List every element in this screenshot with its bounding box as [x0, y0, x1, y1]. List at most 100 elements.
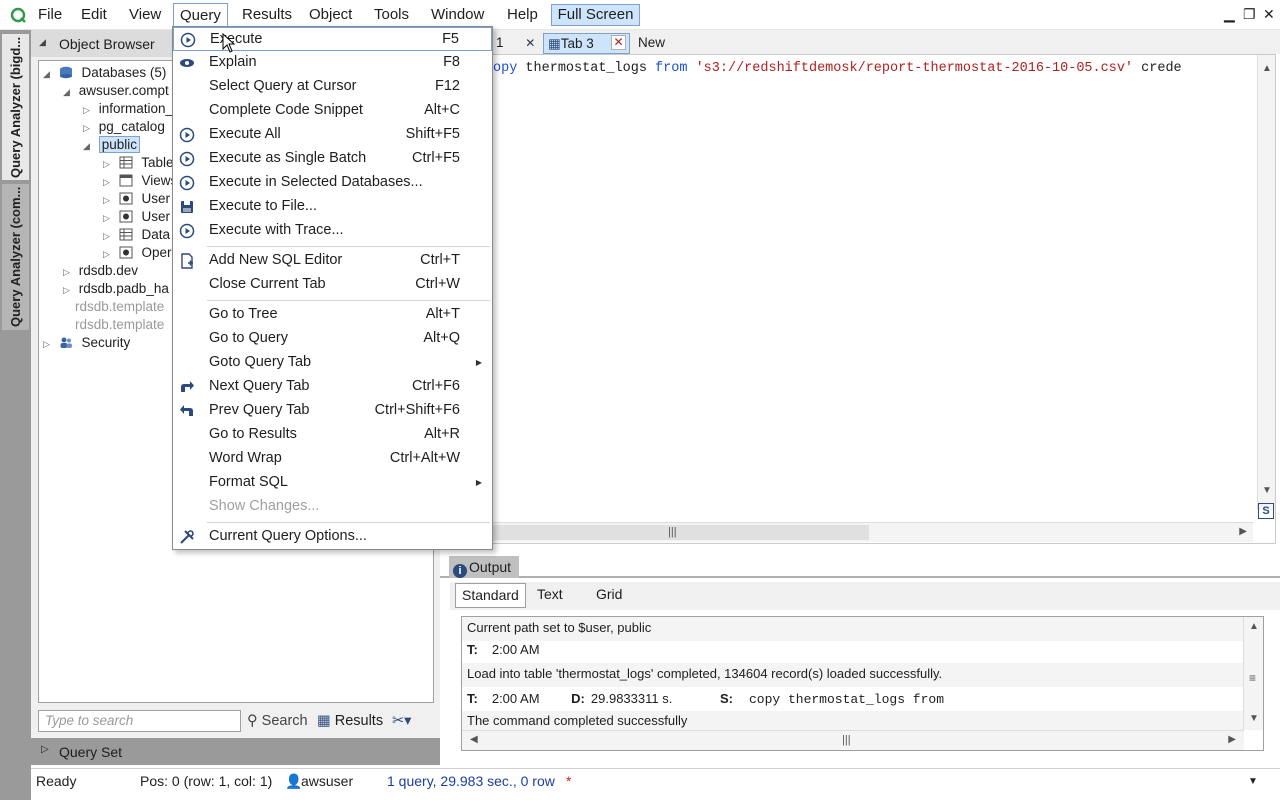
menu-help[interactable]: Help: [501, 3, 544, 27]
collapsed-icon[interactable]: ▷: [83, 119, 95, 137]
rail-tab-query-analyzer-2[interactable]: Query Analyzer (com...: [2, 184, 29, 330]
tree-item-rdsdb-dev[interactable]: ▷ rdsdb.dev: [63, 262, 138, 280]
editor-vertical-scrollbar[interactable]: ▲ ▼: [1257, 55, 1275, 510]
menu-object[interactable]: Object: [303, 3, 358, 27]
tree-item-rdsdb-template-0[interactable]: rdsdb.template: [75, 298, 164, 316]
collapsed-icon[interactable]: ▷: [103, 209, 115, 227]
menu-edit[interactable]: Edit: [75, 3, 113, 27]
menu-item-execute-single-batch[interactable]: Execute as Single Batch Ctrl+F5: [173, 147, 492, 171]
editor-horizontal-scrollbar[interactable]: ||| ▶: [493, 522, 1253, 542]
tree-item-awsuser[interactable]: ◢ awsuser.compt: [63, 82, 169, 100]
scroll-up-icon[interactable]: ▲: [1262, 63, 1272, 74]
tab-1[interactable]: 1 ✕: [492, 33, 539, 54]
menu-view[interactable]: View: [123, 3, 167, 27]
rail-tab-query-analyzer-1[interactable]: Query Analyzer (bigd...: [2, 34, 29, 180]
execute-icon: [179, 127, 195, 143]
tree-item-rdsdb-template-1[interactable]: rdsdb.template: [75, 316, 164, 334]
scroll-left-icon[interactable]: ◀: [470, 734, 478, 745]
output-tab[interactable]: i Output: [449, 556, 519, 578]
query-summary[interactable]: 1 query, 29.983 sec., 0 row: [387, 773, 555, 789]
full-screen-button[interactable]: Full Screen: [551, 4, 640, 26]
tree-item-tables[interactable]: ▷ Table: [103, 154, 174, 172]
collapsed-icon[interactable]: ▷: [63, 281, 75, 299]
menu-item-execute[interactable]: Execute F5: [173, 27, 492, 51]
menu-item-complete-code-snippet[interactable]: Complete Code Snippet Alt+C: [173, 99, 492, 123]
menu-item-next-query-tab[interactable]: Next Query Tab Ctrl+F6: [173, 375, 492, 399]
menu-item-explain[interactable]: Explain F8: [173, 51, 492, 75]
collapsed-icon[interactable]: ▷: [103, 245, 115, 263]
output-row: Current path set to $user, public: [462, 617, 1244, 641]
query-set-bar[interactable]: ▷ Query Set: [31, 738, 440, 765]
menu-tools[interactable]: Tools: [368, 3, 415, 27]
menu-item-select-query-at-cursor[interactable]: Select Query at Cursor F12: [173, 75, 492, 99]
collapsed-icon[interactable]: ▷: [103, 155, 115, 173]
menu-item-prev-query-tab[interactable]: Prev Query Tab Ctrl+Shift+F6: [173, 399, 492, 423]
close-tab-icon[interactable]: ✕: [611, 35, 626, 50]
scroll-right-icon[interactable]: ▶: [1228, 734, 1236, 745]
search-input[interactable]: Type to search: [38, 710, 241, 732]
sql-format-icon[interactable]: S: [1258, 503, 1274, 519]
menu-item-goto-query-tab[interactable]: Goto Query Tab ▶: [173, 351, 492, 375]
menu-item-go-to-query[interactable]: Go to Query Alt+Q: [173, 327, 492, 351]
tools-dropdown-icon[interactable]: ✂▾: [392, 713, 411, 729]
restore-icon[interactable]: ❐: [1243, 5, 1256, 23]
menu-item-current-query-options[interactable]: Current Query Options...: [173, 525, 492, 549]
menu-item-execute-all[interactable]: Execute All Shift+F5: [173, 123, 492, 147]
tab-tab-3[interactable]: ▦Tab 3 ✕: [543, 33, 630, 54]
menu-window[interactable]: Window: [425, 3, 490, 27]
menu-item-close-current-tab[interactable]: Close Current Tab Ctrl+W: [173, 273, 492, 297]
menu-item-add-new-sql-editor[interactable]: Add New SQL Editor Ctrl+T: [173, 249, 492, 273]
tree-item-rdsdb-padb[interactable]: ▷ rdsdb.padb_ha: [63, 280, 169, 298]
results-button[interactable]: ▦ Results: [317, 713, 383, 729]
search-button[interactable]: ⚲ Search: [247, 713, 308, 729]
menu-item-execute-selected-databases[interactable]: Execute in Selected Databases...: [173, 171, 492, 195]
output-vertical-scrollbar[interactable]: ▲ ≡ ▼: [1243, 617, 1263, 730]
collapsed-icon[interactable]: ▷: [103, 173, 115, 191]
expanded-icon[interactable]: ◢: [83, 137, 95, 155]
menu-item-execute-with-trace[interactable]: Execute with Trace...: [173, 219, 492, 243]
collapsed-icon[interactable]: ▷: [63, 263, 75, 281]
menu-item-execute-to-file[interactable]: Execute to File...: [173, 195, 492, 219]
output-log[interactable]: Current path set to $user, public T: 2:00…: [461, 616, 1264, 751]
scroll-down-icon[interactable]: ▼: [1249, 713, 1259, 724]
tree-item-information-schema[interactable]: ▷ information_: [83, 100, 173, 118]
dropdown-icon[interactable]: ▼: [1248, 776, 1258, 787]
close-tab-icon[interactable]: ✕: [525, 36, 535, 50]
scroll-down-icon[interactable]: ▼: [1262, 485, 1272, 496]
subtab-standard[interactable]: Standard: [455, 583, 526, 608]
subtab-grid[interactable]: Grid: [590, 583, 628, 608]
menu-file[interactable]: File: [32, 3, 68, 27]
scroll-thumb[interactable]: [493, 525, 869, 540]
tree-item-data-types[interactable]: ▷ Data: [103, 226, 170, 244]
menu-item-format-sql[interactable]: Format SQL ▶: [173, 471, 492, 495]
tab-new[interactable]: New: [634, 33, 669, 54]
collapsed-icon[interactable]: ▷: [103, 191, 115, 209]
expanded-icon[interactable]: ◢: [63, 83, 75, 101]
menu-item-go-to-tree[interactable]: Go to Tree Alt+T: [173, 303, 492, 327]
scroll-up-icon[interactable]: ▲: [1249, 621, 1259, 632]
subtab-text[interactable]: Text: [531, 583, 569, 608]
tree-item-databases[interactable]: ◢ Databases (5): [43, 64, 166, 82]
collapsed-icon[interactable]: ▷: [83, 101, 95, 119]
menu-results[interactable]: Results: [236, 3, 298, 27]
tree-item-pg-catalog[interactable]: ▷ pg_catalog: [83, 118, 165, 136]
tree-item-views[interactable]: ▷ Views: [103, 172, 177, 190]
expanded-icon[interactable]: ◢: [43, 65, 55, 83]
tree-item-user-procedures[interactable]: ▷ User: [103, 208, 170, 226]
menu-item-go-to-results[interactable]: Go to Results Alt+R: [173, 423, 492, 447]
sql-editor[interactable]: opy thermostat_logs from 's3://redshiftd…: [440, 54, 1276, 544]
minimize-icon[interactable]: ▁: [1224, 5, 1235, 23]
menu-item-word-wrap[interactable]: Word Wrap Ctrl+Alt+W: [173, 447, 492, 471]
output-horizontal-scrollbar[interactable]: ◀ ||| ▶: [462, 730, 1244, 750]
tree-item-operators[interactable]: ▷ Oper: [103, 244, 172, 262]
collapsed-icon[interactable]: ▷: [103, 227, 115, 245]
output-bar: i Output: [440, 556, 1280, 578]
collapse-icon[interactable]: ◢: [39, 37, 46, 48]
collapsed-icon[interactable]: ▷: [43, 335, 55, 353]
scroll-right-icon[interactable]: ▶: [1239, 526, 1247, 537]
tree-item-security[interactable]: ▷ Security: [43, 334, 130, 352]
close-icon[interactable]: ✕: [1263, 5, 1275, 23]
tree-item-public[interactable]: ◢ public: [83, 136, 141, 155]
tree-item-user-functions[interactable]: ▷ User: [103, 190, 170, 208]
gear-icon: [119, 210, 133, 223]
